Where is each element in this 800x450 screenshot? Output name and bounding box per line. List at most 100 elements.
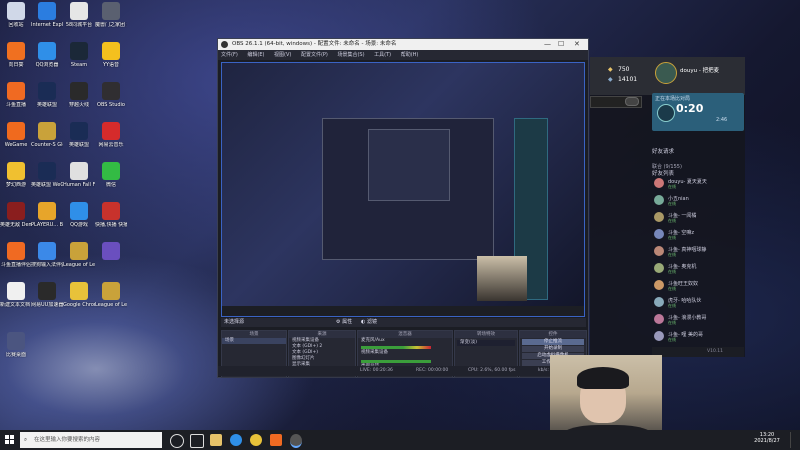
obs-preview-canvas[interactable] (221, 62, 585, 317)
taskbar-search-input[interactable]: ⌕ 在这里输入你要搜索的内容 (20, 432, 162, 448)
desktop-icon[interactable]: 回收站 (0, 2, 32, 28)
friend-group[interactable]: 联合 (9/155) (652, 163, 682, 170)
coins-be: 14101 (618, 76, 638, 83)
app-icon (70, 42, 88, 60)
app-icon (70, 282, 88, 300)
desktop-icon-label: Internet Explorer (31, 22, 63, 28)
stop-stream-button[interactable]: 停止推流 (522, 339, 584, 345)
friend-item[interactable]: 斗鱼- 哩 美的哥 在线 (654, 331, 744, 343)
start-icon[interactable] (5, 435, 15, 445)
scenes-dock-title: 场景 (222, 331, 286, 338)
menu-file[interactable]: 文件(F) (221, 52, 238, 58)
desktop-icon[interactable]: 网易UU加速器 (31, 282, 63, 308)
friend-request-title[interactable]: 好友请求 (652, 147, 674, 155)
friend-item[interactable]: douyu- 夏天夏天 在线 (654, 178, 744, 190)
toggle-switch[interactable] (625, 97, 639, 106)
desktop-icon[interactable]: 英雄无敌 Demo (0, 202, 32, 228)
desktop-icon[interactable]: OBS Studio (95, 82, 127, 108)
chrome-taskbar-icon[interactable] (250, 434, 262, 446)
desktop-icon-label: 英雄联盟 (68, 142, 89, 148)
coins-rp: 750 (618, 66, 630, 73)
friend-item[interactable]: 小五nian 在线 (654, 195, 744, 207)
desktop-icon[interactable]: Google Chrome (63, 282, 95, 308)
desktop-icon[interactable]: QQ游戏 (63, 202, 95, 228)
menu-profile[interactable]: 配置文件(P) (301, 52, 328, 58)
friend-item[interactable]: 斗鱼- 奥克机 在线 (654, 263, 744, 275)
audio-meter (361, 360, 431, 363)
desktop-icon-label: 英雄联盟 (36, 102, 57, 108)
desktop-icon[interactable]: 搜狗输入法伴侣 (31, 242, 63, 268)
desktop-icon[interactable]: 魔兽门之家团 无敌3暗巴 (95, 2, 127, 28)
app-icon (7, 162, 25, 180)
desktop-icon-label: Google Chrome (63, 302, 95, 308)
desktop-icon[interactable]: YY语音 (95, 42, 127, 68)
desktop-icon[interactable]: Steam (63, 42, 95, 68)
show-desktop-button[interactable] (790, 432, 799, 448)
desktop-icon[interactable]: 微信 (95, 162, 127, 188)
close-icon[interactable]: ✕ (574, 39, 580, 50)
qq-browser-taskbar-icon[interactable] (230, 434, 242, 446)
desktop-icon[interactable] (95, 242, 127, 262)
maximize-icon[interactable]: ☐ (558, 39, 564, 50)
desktop-icon[interactable]: Internet Explorer (31, 2, 63, 28)
menu-tools[interactable]: 工具(T) (374, 52, 391, 58)
avatar[interactable] (655, 62, 677, 84)
douyu-taskbar-icon[interactable] (270, 434, 282, 446)
desktop-icon[interactable]: League of Legends (95, 282, 127, 308)
desktop-icon-label: 向日葵 (8, 62, 24, 68)
friend-item[interactable]: 斗鱼- 浪漫小教哥 在线 (654, 314, 744, 326)
desktop-icon[interactable]: Human Fall Flat (63, 162, 95, 188)
desktop-icon[interactable]: 梦幻西游 (0, 162, 32, 188)
menu-help[interactable]: 帮助(H) (401, 52, 419, 58)
client-header: ◆ 750 ◆ 14101 douyu - 把把麦 (590, 57, 745, 95)
app-icon (38, 2, 56, 20)
desktop-icon-label: OBS Studio (97, 102, 125, 108)
client-version: V10.11 (707, 349, 723, 354)
friend-avatar (654, 297, 664, 307)
task-view-icon[interactable] (190, 434, 204, 448)
friend-item[interactable]: 斗鱼- 一闻橘 在线 (654, 212, 744, 224)
desktop-icon[interactable]: 英雄联盟 (63, 122, 95, 148)
app-icon (70, 82, 88, 100)
desktop-icon[interactable]: 向日葵 (0, 42, 32, 68)
desktop-icon[interactable]: PLAYERU... BATTLEGR... (31, 202, 63, 228)
friend-avatar (654, 212, 664, 222)
file-explorer-icon[interactable] (210, 434, 222, 446)
desktop-icon[interactable]: 快播,快播 快播游戏 (95, 202, 127, 228)
desktop-icon-label: YY语音 (102, 62, 120, 68)
menu-scene-collection[interactable]: 场景集合(S) (337, 52, 364, 58)
clock[interactable]: 13:20 2021/8/27 (752, 432, 782, 444)
scene-item[interactable]: 场景 (222, 338, 286, 344)
desktop-icon[interactable]: 英雄联盟 (31, 82, 63, 108)
desktop-icon[interactable]: 斗鱼直播 (0, 82, 32, 108)
desktop-icon[interactable]: 58同城平台 (63, 2, 95, 28)
desktop-icon[interactable]: League of Legends (63, 242, 95, 268)
friend-item[interactable]: 斗鱼旺王奴奴 在线 (654, 280, 744, 292)
friend-avatar (654, 263, 664, 273)
desktop-icon[interactable]: 比赛桌面 (0, 332, 32, 358)
friend-item[interactable]: 斗鱼- 空嘛z 在线 (654, 229, 744, 241)
rec-time: REC: 00:00:00 (416, 368, 449, 373)
minimize-icon[interactable]: — (544, 39, 551, 50)
desktop-icon-label: 搜狗输入法伴侣 (31, 262, 63, 268)
transition-select[interactable]: 渐变(淡) (457, 340, 515, 346)
app-icon (38, 122, 56, 140)
start-recording-button[interactable]: 开始录制 (522, 346, 584, 352)
desktop-icon[interactable]: 新建文本文档 (2).txt (0, 282, 32, 308)
desktop-icon[interactable]: 斗鱼直播伴侣 (0, 242, 32, 268)
menu-view[interactable]: 视图(V) (274, 52, 291, 58)
cortana-icon[interactable] (170, 434, 184, 448)
desktop-icon[interactable]: QQ浏览器 (31, 42, 63, 68)
properties-button[interactable]: ⚙ 属性 (336, 318, 352, 327)
app-icon (70, 2, 88, 20)
desktop-icon[interactable]: 穿越火线 (63, 82, 95, 108)
obs-taskbar-icon[interactable] (290, 434, 302, 448)
friend-item[interactable]: 虎牙- 哈哈队伙 在线 (654, 297, 744, 309)
desktop-icon[interactable]: 英雄联盟 WeGame版 (31, 162, 63, 188)
desktop-icon[interactable]: WeGame (0, 122, 32, 148)
filters-button[interactable]: ◐ 滤镜 (361, 318, 377, 327)
friend-item[interactable]: 斗鱼- 真神咽球静 在线 (654, 246, 744, 258)
desktop-icon[interactable]: Counter-S Global Of... (31, 122, 63, 148)
menu-edit[interactable]: 编辑(E) (247, 52, 264, 58)
desktop-icon[interactable]: 网易云音乐 (95, 122, 127, 148)
